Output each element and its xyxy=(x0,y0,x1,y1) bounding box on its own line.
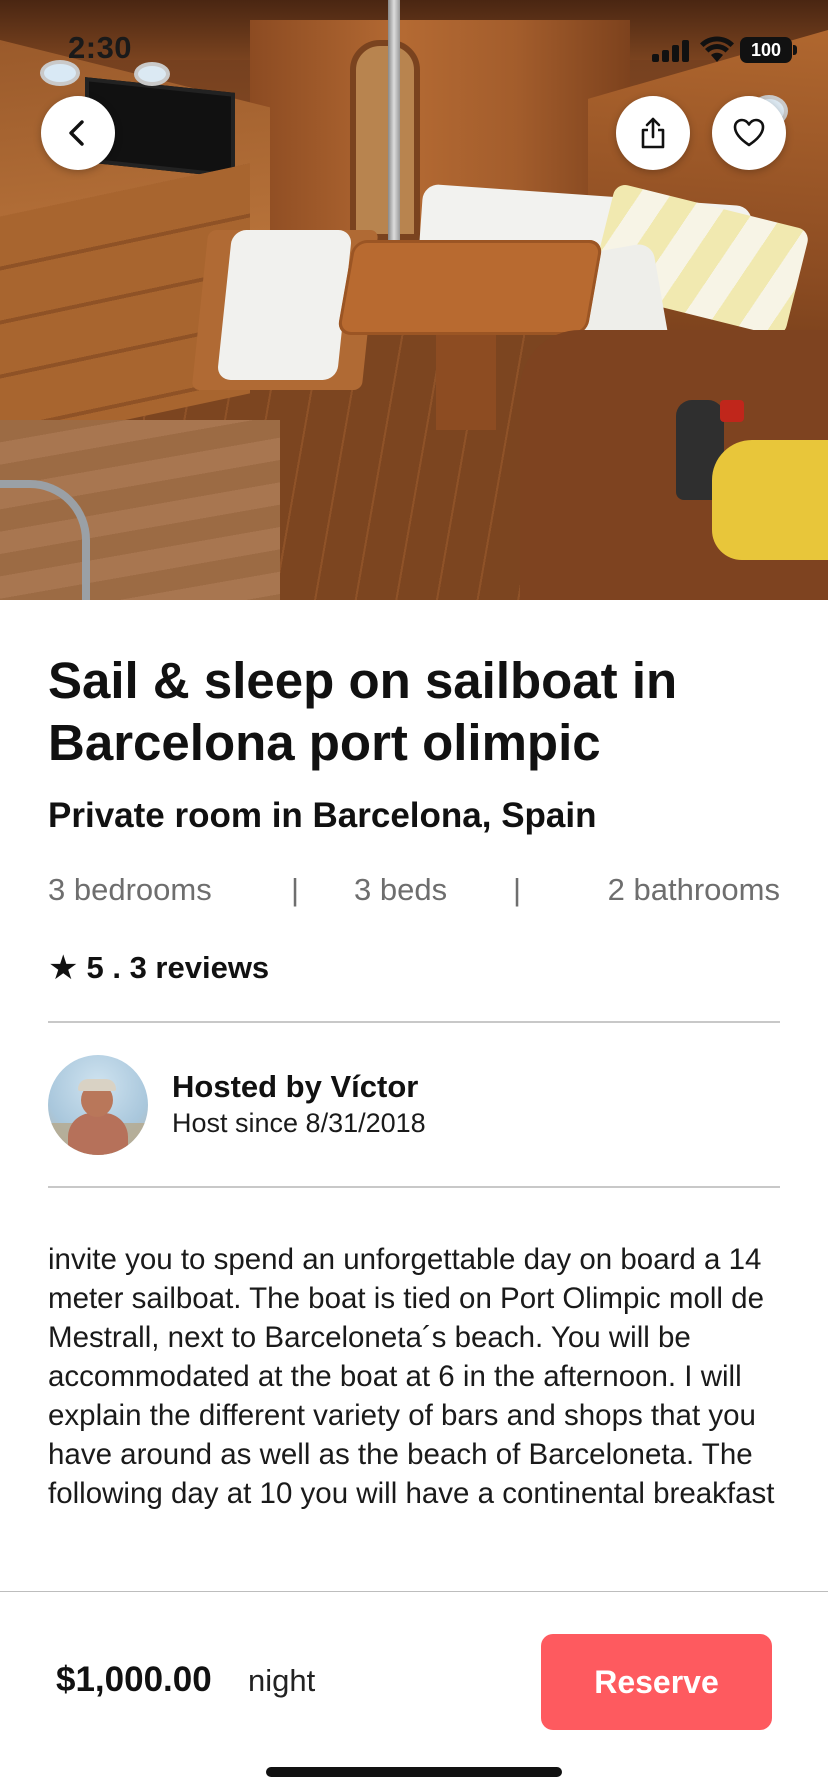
stats-separator: | xyxy=(513,872,522,907)
wifi-icon xyxy=(700,36,734,62)
beds-count: 3 beds xyxy=(354,872,448,907)
listing-subtitle: Private room in Barcelona, Spain xyxy=(48,796,597,835)
listing-description: invite you to spend an unforgettable day… xyxy=(48,1243,775,1510)
stats-separator: | xyxy=(291,872,300,907)
reservation-bar: $1,000.00 night Reserve xyxy=(0,1591,828,1792)
share-icon xyxy=(641,117,665,149)
host-since: Host since 8/31/2018 xyxy=(172,1108,426,1138)
bedrooms-count: 3 bedrooms xyxy=(48,872,212,907)
divider xyxy=(48,1186,780,1188)
divider xyxy=(48,1021,780,1023)
listing-stats: 3 bedrooms | 3 beds | 2 bathrooms xyxy=(48,872,780,916)
back-button[interactable] xyxy=(41,96,115,170)
battery-icon: 100 xyxy=(740,37,797,63)
nightly-price: $1,000.00 xyxy=(56,1660,212,1699)
host-avatar[interactable] xyxy=(48,1055,148,1155)
price-unit: night xyxy=(248,1663,316,1698)
listing-title: Sail & sleep on sailboat in Barcelona po… xyxy=(48,652,678,771)
star-icon: ★ xyxy=(48,949,79,987)
status-time: 2:30 xyxy=(68,30,133,65)
favorite-button[interactable] xyxy=(712,96,786,170)
chevron-left-icon xyxy=(69,120,84,146)
rating-summary[interactable]: ★ 5 . 3 reviews xyxy=(48,948,269,988)
host-section[interactable]: Hosted by Víctor Host since 8/31/2018 xyxy=(48,1055,780,1155)
battery-level: 100 xyxy=(750,39,782,60)
reserve-button[interactable]: Reserve xyxy=(541,1634,772,1730)
heart-icon xyxy=(733,118,765,147)
home-indicator[interactable] xyxy=(266,1767,562,1777)
cellular-signal-icon xyxy=(652,40,692,62)
share-button[interactable] xyxy=(616,96,690,170)
host-name: Hosted by Víctor xyxy=(172,1069,419,1104)
cabin-table xyxy=(336,240,604,335)
rating-text: 5 . 3 reviews xyxy=(86,950,270,985)
bathrooms-count: 2 bathrooms xyxy=(607,872,780,907)
status-bar: 2:30 100 xyxy=(0,0,828,96)
